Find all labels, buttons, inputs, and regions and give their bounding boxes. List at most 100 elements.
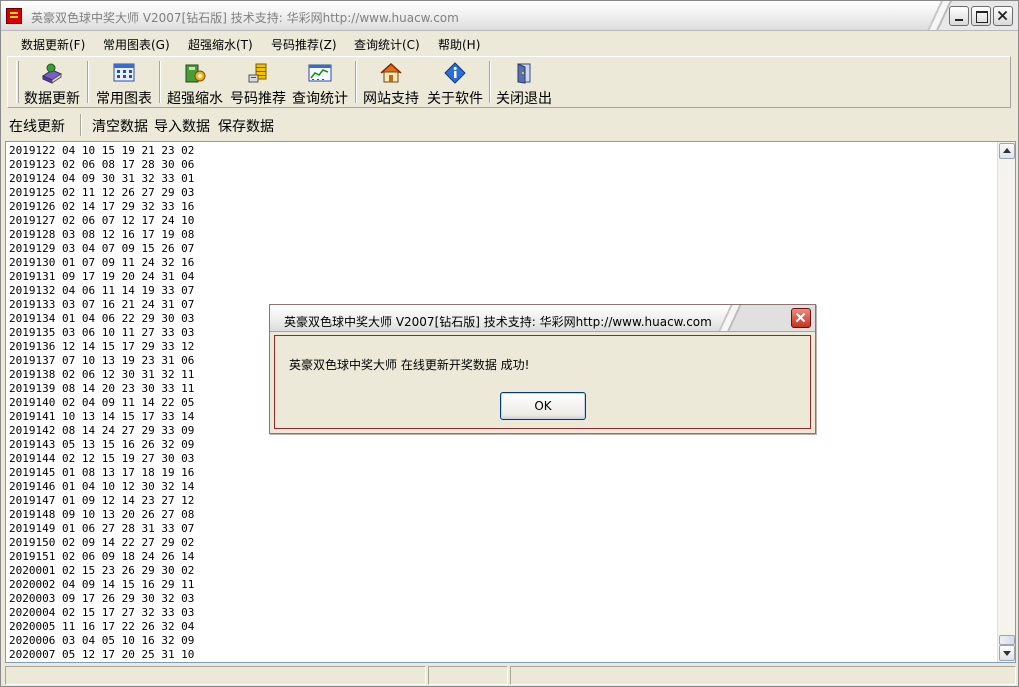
website-support-button[interactable]: 网站支持 xyxy=(360,59,422,107)
toolbar-separator xyxy=(159,61,161,103)
draw-row: 2019133 03 07 16 21 24 31 07 xyxy=(9,298,195,311)
window-title: 英豪双色球中奖大师 V2007[钻石版] 技术支持: 华彩网http://www… xyxy=(31,11,459,25)
menu-bar: 数据更新(F) 常用图表(G) 超强缩水(T) 号码推荐(Z) 查询统计(C) … xyxy=(3,33,1016,55)
draw-row: 2019126 02 14 17 29 32 33 16 xyxy=(9,200,195,213)
draw-results-list: 2019122 04 10 15 19 21 23 02 2019123 02 0… xyxy=(9,144,194,662)
data-update-label: 数据更新 xyxy=(24,91,80,107)
gear-book-icon xyxy=(185,64,206,83)
menu-charts[interactable]: 常用图表(G) xyxy=(103,36,170,53)
draw-row: 2019141 10 13 14 15 17 33 14 xyxy=(9,410,195,423)
close-icon xyxy=(795,312,806,323)
clear-data-button[interactable]: 清空数据 xyxy=(92,116,148,136)
exit-door-icon xyxy=(517,63,531,84)
grid-chart-icon xyxy=(113,63,135,82)
query-stats-label: 查询统计 xyxy=(292,91,348,107)
charts-button[interactable]: 常用图表 xyxy=(92,59,156,107)
coins-icon xyxy=(248,63,267,83)
info-icon xyxy=(444,62,466,84)
status-bar xyxy=(5,666,1016,685)
recommend-button[interactable]: 号码推荐 xyxy=(229,59,287,107)
exit-button[interactable]: 关闭退出 xyxy=(494,59,554,107)
maximize-button[interactable] xyxy=(971,6,991,26)
scroll-thumb[interactable] xyxy=(999,635,1015,645)
draw-row: 2019144 02 12 15 19 27 30 03 xyxy=(9,452,195,465)
recommend-label: 号码推荐 xyxy=(230,91,286,107)
draw-row: 2020007 05 12 17 20 25 31 10 xyxy=(9,648,195,661)
dialog-message: 英豪双色球中奖大师 在线更新开奖数据 成功! xyxy=(289,358,530,372)
draw-row: 2019149 01 06 27 28 31 33 07 xyxy=(9,522,195,535)
import-data-button[interactable]: 导入数据 xyxy=(154,116,210,136)
home-icon xyxy=(380,62,402,83)
book-icon xyxy=(41,63,63,84)
draw-row: 2020005 11 16 17 22 26 32 04 xyxy=(9,620,195,633)
charts-label: 常用图表 xyxy=(96,91,152,107)
draw-row: 2019146 01 04 10 12 30 32 14 xyxy=(9,480,195,493)
menu-data-update[interactable]: 数据更新(F) xyxy=(21,36,85,53)
actions-separator xyxy=(80,114,82,136)
query-stats-button[interactable]: 查询统计 xyxy=(291,59,349,107)
draw-row: 2019145 01 08 13 17 18 19 16 xyxy=(9,466,195,479)
draw-row: 2019137 07 10 13 19 23 31 06 xyxy=(9,354,195,367)
website-support-label: 网站支持 xyxy=(363,91,419,107)
status-panel xyxy=(510,666,1016,685)
online-update-button[interactable]: 在线更新 xyxy=(9,116,65,136)
scroll-down-button[interactable] xyxy=(999,645,1015,661)
minimize-button[interactable] xyxy=(949,6,969,26)
draw-row: 2019138 02 06 12 30 31 32 11 xyxy=(9,368,195,381)
exit-label: 关闭退出 xyxy=(496,91,552,107)
scroll-up-button[interactable] xyxy=(999,143,1015,159)
draw-row: 2019134 01 04 06 22 29 30 03 xyxy=(9,312,195,325)
draw-row: 2019124 04 09 30 31 32 33 01 xyxy=(9,172,195,185)
draw-row: 2019151 02 06 09 18 24 26 14 xyxy=(9,550,195,563)
data-update-button[interactable]: 数据更新 xyxy=(21,59,83,107)
status-panel xyxy=(428,666,508,685)
draw-row: 2019127 02 06 07 12 17 24 10 xyxy=(9,214,195,227)
draw-row: 2019143 05 13 15 16 26 32 09 xyxy=(9,438,195,451)
draw-row: 2020002 04 09 14 15 16 29 11 xyxy=(9,578,195,591)
dialog-close-button[interactable] xyxy=(791,308,811,328)
status-panel xyxy=(5,666,426,685)
vertical-scrollbar[interactable] xyxy=(997,142,1015,662)
app-icon xyxy=(6,8,22,24)
draw-row: 2019131 09 17 19 20 24 31 04 xyxy=(9,270,195,283)
draw-row: 2019140 02 04 09 11 14 22 05 xyxy=(9,396,195,409)
toolbar-separator xyxy=(87,61,89,103)
dialog-title-bar[interactable]: 英豪双色球中奖大师 V2007[钻石版] 技术支持: 华彩网http://www… xyxy=(270,305,815,332)
draw-row: 2020003 09 17 26 29 30 32 03 xyxy=(9,592,195,605)
draw-row: 2019122 04 10 15 19 21 23 02 xyxy=(9,144,195,157)
menu-query-stats[interactable]: 查询统计(C) xyxy=(354,36,420,53)
draw-row: 2019135 03 06 10 11 27 33 03 xyxy=(9,326,195,339)
draw-row: 2019123 02 06 08 17 28 30 06 xyxy=(9,158,195,171)
draw-row: 2019136 12 14 15 17 29 33 12 xyxy=(9,340,195,353)
statistics-icon xyxy=(308,64,332,82)
ok-button[interactable]: OK xyxy=(500,392,586,420)
draw-row: 2019148 09 10 13 20 26 27 08 xyxy=(9,508,195,521)
close-icon xyxy=(997,10,1008,21)
about-button[interactable]: 关于软件 xyxy=(424,59,486,107)
toolbar-grip[interactable] xyxy=(16,61,19,103)
draw-row: 2019128 03 08 12 16 17 19 08 xyxy=(9,228,195,241)
save-data-button[interactable]: 保存数据 xyxy=(218,116,274,136)
draw-row: 2019139 08 14 20 23 30 33 11 xyxy=(9,382,195,395)
draw-row: 2020001 02 15 23 26 29 30 02 xyxy=(9,564,195,577)
menu-help[interactable]: 帮助(H) xyxy=(438,36,480,53)
data-actions-bar: 在线更新 清空数据 导入数据 保存数据 xyxy=(3,111,1016,139)
reduce-label: 超强缩水 xyxy=(167,91,223,107)
draw-row: 2019129 03 04 07 09 15 26 07 xyxy=(9,242,195,255)
dialog-title: 英豪双色球中奖大师 V2007[钻石版] 技术支持: 华彩网http://www… xyxy=(284,315,712,329)
close-button[interactable] xyxy=(993,6,1013,26)
toolbar-separator xyxy=(489,61,491,103)
menu-reduce[interactable]: 超强缩水(T) xyxy=(188,36,253,53)
draw-row: 2019147 01 09 12 14 23 27 12 xyxy=(9,494,195,507)
main-toolbar: 数据更新 常用图表 超强缩水 号码推荐 查询统计 网站支持 关于软件 关闭退出 xyxy=(7,56,1011,108)
menu-recommend[interactable]: 号码推荐(Z) xyxy=(271,36,337,53)
message-dialog: 英豪双色球中奖大师 V2007[钻石版] 技术支持: 华彩网http://www… xyxy=(269,304,816,434)
title-bar[interactable]: 英豪双色球中奖大师 V2007[钻石版] 技术支持: 华彩网http://www… xyxy=(1,1,1018,31)
draw-row: 2019150 02 09 14 22 27 29 02 xyxy=(9,536,195,549)
draw-row: 2019125 02 11 12 26 27 29 03 xyxy=(9,186,195,199)
draw-row: 2019142 08 14 24 27 29 33 09 xyxy=(9,424,195,437)
draw-row: 2019132 04 06 11 14 19 33 07 xyxy=(9,284,195,297)
about-label: 关于软件 xyxy=(427,91,483,107)
draw-row: 2019130 01 07 09 11 24 32 16 xyxy=(9,256,195,269)
reduce-button[interactable]: 超强缩水 xyxy=(164,59,226,107)
